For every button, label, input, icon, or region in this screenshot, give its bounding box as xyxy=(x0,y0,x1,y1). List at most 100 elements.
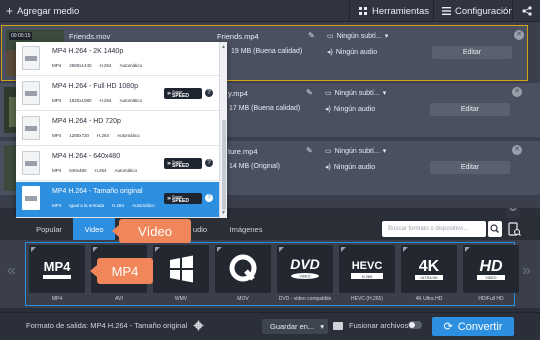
preset-meta: MP4 1920x1080 H.264 Automático xyxy=(52,98,150,103)
output-filename[interactable]: y.mp4 xyxy=(228,89,248,98)
fast-forward-icon: ››› xyxy=(167,160,171,167)
file-format-icon xyxy=(22,46,40,70)
toolbar-divider xyxy=(349,0,350,22)
output-size[interactable]: 19 MB (Buena calidad) xyxy=(231,48,302,55)
plus-icon: + xyxy=(6,4,14,18)
remove-file-icon[interactable]: ✕ xyxy=(514,30,524,40)
format-tile-hd[interactable]: HD VIDEO xyxy=(463,245,519,293)
toolbar-divider xyxy=(512,0,513,22)
preset-meta: MP4 640x480 H.264 Automático xyxy=(52,168,145,173)
edit-button[interactable]: Editar xyxy=(432,46,512,59)
output-size[interactable]: 14 MB (Original) xyxy=(229,163,280,170)
tools-button[interactable]: Herramientas xyxy=(352,0,435,22)
info-icon[interactable]: ? xyxy=(205,89,213,97)
svg-text:DVD: DVD xyxy=(290,256,320,272)
fast-forward-icon: ››› xyxy=(167,90,171,97)
subtitles-dropdown[interactable]: ▭ Ningún subtí... ▾ xyxy=(327,32,388,41)
scrollbar-thumb[interactable] xyxy=(222,120,226,210)
audio-dropdown[interactable]: ◂) Ningún audio xyxy=(325,105,375,114)
subtitles-icon: ▭ xyxy=(325,90,332,97)
gear-icon[interactable] xyxy=(193,320,204,331)
audio-dropdown[interactable]: ◂) Ningún audio xyxy=(325,163,375,172)
scroll-up-icon[interactable]: ▲ xyxy=(221,44,226,50)
subtitles-value: Ningún subtí... xyxy=(334,89,380,97)
info-icon[interactable]: ? xyxy=(205,159,213,167)
tab-images[interactable]: Imágenes xyxy=(220,218,272,240)
chevron-right-icon[interactable]: » xyxy=(522,262,531,280)
rename-pencil-icon[interactable]: ✎ xyxy=(306,88,313,97)
folder-icon[interactable] xyxy=(333,322,343,330)
format-label: 4K Ultra HD xyxy=(415,296,443,302)
remove-file-icon[interactable]: ✕ xyxy=(512,87,522,97)
format-tile-wmv[interactable] xyxy=(153,245,209,293)
preset-codec: H.264 xyxy=(99,98,112,103)
format-label: MOV xyxy=(237,296,249,302)
format-tile-4k[interactable]: 4K ULTRA HD xyxy=(401,245,457,293)
add-media-button[interactable]: + Agregar medio xyxy=(0,0,85,22)
subtitles-dropdown[interactable]: ▭ Ningún subtí... ▾ xyxy=(325,147,387,156)
menu-icon xyxy=(442,7,451,15)
preset-meta: MP4 1280x720 H.264 Automático xyxy=(52,133,148,138)
preset-item[interactable]: MP4 H.264 - Full HD 1080p MP4 1920x1080 … xyxy=(16,77,219,111)
chevron-left-icon[interactable]: « xyxy=(7,262,16,280)
output-filename[interactable]: ture.mp4 xyxy=(228,147,258,156)
share-button[interactable] xyxy=(516,0,538,22)
rename-pencil-icon[interactable]: ✎ xyxy=(308,31,315,40)
svg-text:HEVC: HEVC xyxy=(352,260,383,272)
preset-codec: H.264 xyxy=(112,203,125,208)
preset-codec: H.264 xyxy=(97,133,110,138)
preset-item[interactable]: MP4 H.264 - HD 720p MP4 1280x720 H.264 A… xyxy=(16,112,219,146)
chevron-down-icon: ▾ xyxy=(382,148,387,155)
subtitles-dropdown[interactable]: ▭ Ningún subtí... ▾ xyxy=(325,89,386,98)
preset-item[interactable]: MP4 H.264 - 2K 1440p MP4 2560x1440 H.264… xyxy=(16,42,219,76)
timestamp-badge: 00:00:15 xyxy=(9,32,33,40)
format-tile-dvd[interactable]: DVD VIDEO xyxy=(277,245,333,293)
format-label: HD/Full HD xyxy=(478,296,504,302)
add-media-label: Agregar medio xyxy=(17,5,80,17)
preset-title: MP4 H.264 - 2K 1440p xyxy=(52,48,124,55)
format-tile-mp4[interactable]: MP4 xyxy=(29,245,85,293)
super-speed-badge: ››› Super SPEED xyxy=(164,158,202,169)
preset-title: MP4 H.264 - Tamaño original xyxy=(52,188,143,195)
preset-resolution: 1280x720 xyxy=(69,133,90,138)
preset-resolution: 1920x1080 xyxy=(69,98,92,103)
top-toolbar: + Agregar medio Herramientas Configuraci… xyxy=(0,0,540,22)
audio-dropdown[interactable]: ◂) Ningún audio xyxy=(327,48,377,57)
subtitles-value: Ningún subtí... xyxy=(336,32,382,40)
search-icon[interactable] xyxy=(488,221,502,237)
preset-item[interactable]: MP4 H.264 - 640x480 MP4 640x480 H.264 Au… xyxy=(16,147,219,181)
settings-button[interactable]: Configuración xyxy=(436,0,520,22)
output-filename[interactable]: Friends.mp4 xyxy=(217,32,259,41)
svg-text:VIDEO: VIDEO xyxy=(486,276,497,280)
callout-label: MP4 xyxy=(111,263,139,279)
preset-item-selected[interactable]: MP4 H.264 - Tamaño original MP4 Igual a … xyxy=(16,182,219,218)
format-search-input[interactable]: Buscar formato o dispositivo... xyxy=(382,221,486,237)
save-to-dropdown[interactable]: Guardar en... ▾ xyxy=(262,319,328,334)
scroll-down-icon[interactable]: ▼ xyxy=(221,210,226,216)
remove-file-icon[interactable]: ✕ xyxy=(512,145,522,155)
convert-button[interactable]: ⟳ Convertir xyxy=(432,317,514,336)
merge-files-toggle[interactable] xyxy=(408,321,422,329)
collapse-panel-icon[interactable]: ︾ xyxy=(506,208,520,218)
svg-text:VIDEO: VIDEO xyxy=(300,275,311,279)
speed-line2: SPEED xyxy=(172,197,189,204)
preset-codec: H.264 xyxy=(99,63,112,68)
tab-audio[interactable]: udio xyxy=(188,218,212,240)
format-tile-hevc[interactable]: HEVC H.265 xyxy=(339,245,395,293)
preset-meta: MP4 Igual a la entrada H.264 Automático xyxy=(52,203,163,208)
info-icon[interactable]: ? xyxy=(205,194,213,202)
tab-popular[interactable]: Popular xyxy=(29,218,69,240)
format-label: AVI xyxy=(115,296,123,302)
device-detect-icon[interactable] xyxy=(506,221,522,237)
edit-button[interactable]: Editar xyxy=(430,103,510,116)
edit-button[interactable]: Editar xyxy=(430,161,510,174)
preset-container: MP4 xyxy=(52,63,62,68)
preset-resolution: 640x480 xyxy=(69,168,87,173)
format-label: HEVC (H.265) xyxy=(351,296,383,302)
output-size[interactable]: 17 MB (Buena calidad) xyxy=(229,105,300,112)
format-tile-mov[interactable] xyxy=(215,245,271,293)
tab-label: udio xyxy=(192,224,208,234)
rename-pencil-icon[interactable]: ✎ xyxy=(306,146,313,155)
tab-video[interactable]: Video xyxy=(73,218,115,240)
dropdown-scrollbar[interactable]: ▲ ▼ xyxy=(219,42,227,218)
